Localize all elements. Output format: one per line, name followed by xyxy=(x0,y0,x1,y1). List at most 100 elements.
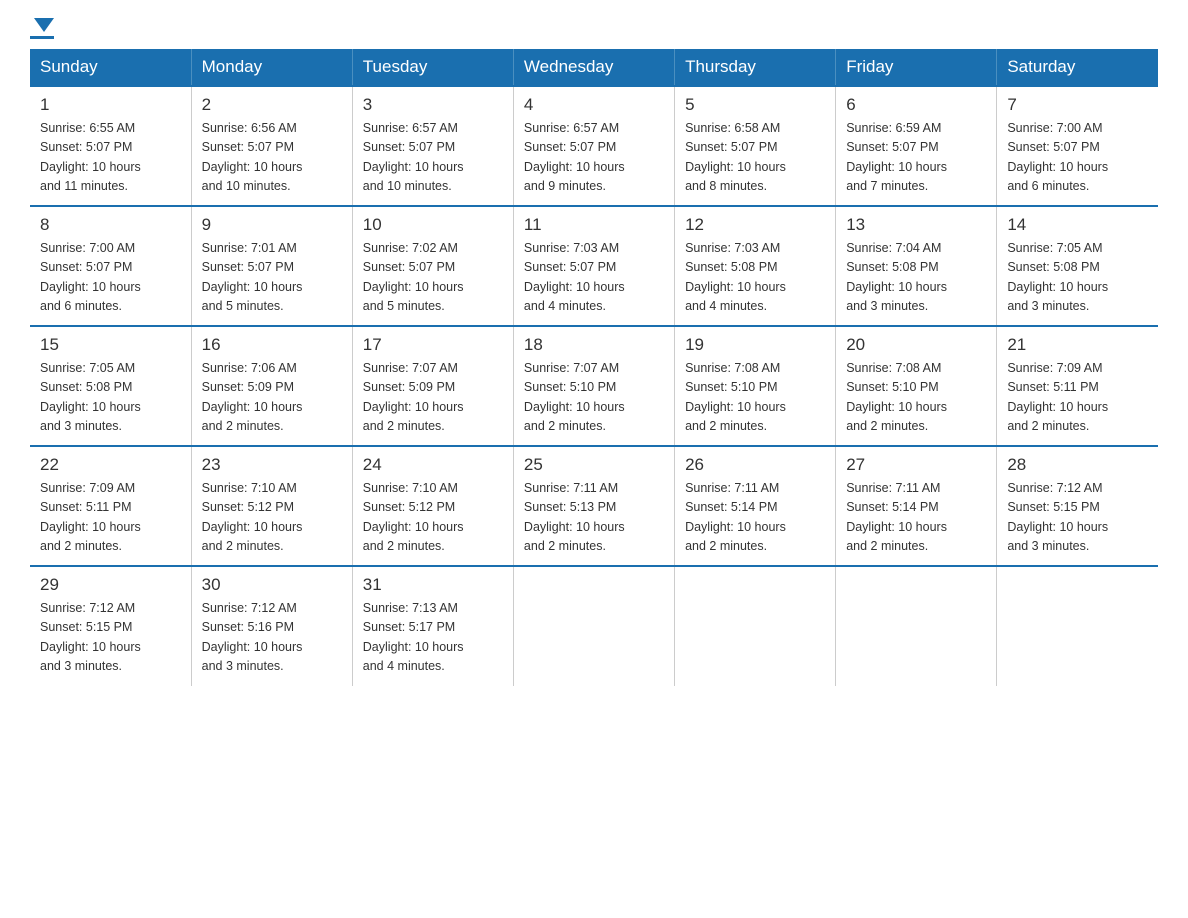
day-info: Sunrise: 7:03 AM Sunset: 5:07 PM Dayligh… xyxy=(524,239,664,317)
day-number: 11 xyxy=(524,215,664,235)
column-header-thursday: Thursday xyxy=(675,49,836,86)
calendar-week-2: 8 Sunrise: 7:00 AM Sunset: 5:07 PM Dayli… xyxy=(30,206,1158,326)
calendar-day-19: 19 Sunrise: 7:08 AM Sunset: 5:10 PM Dayl… xyxy=(675,326,836,446)
day-number: 14 xyxy=(1007,215,1148,235)
day-info: Sunrise: 7:11 AM Sunset: 5:14 PM Dayligh… xyxy=(846,479,986,557)
day-info: Sunrise: 7:10 AM Sunset: 5:12 PM Dayligh… xyxy=(363,479,503,557)
calendar-week-3: 15 Sunrise: 7:05 AM Sunset: 5:08 PM Dayl… xyxy=(30,326,1158,446)
calendar-day-4: 4 Sunrise: 6:57 AM Sunset: 5:07 PM Dayli… xyxy=(513,86,674,206)
day-info: Sunrise: 6:59 AM Sunset: 5:07 PM Dayligh… xyxy=(846,119,986,197)
day-number: 16 xyxy=(202,335,342,355)
calendar-day-13: 13 Sunrise: 7:04 AM Sunset: 5:08 PM Dayl… xyxy=(836,206,997,326)
logo-triangle-icon xyxy=(34,18,54,32)
day-number: 8 xyxy=(40,215,181,235)
calendar-day-15: 15 Sunrise: 7:05 AM Sunset: 5:08 PM Dayl… xyxy=(30,326,191,446)
day-number: 9 xyxy=(202,215,342,235)
day-info: Sunrise: 7:12 AM Sunset: 5:15 PM Dayligh… xyxy=(1007,479,1148,557)
day-number: 15 xyxy=(40,335,181,355)
day-number: 10 xyxy=(363,215,503,235)
column-header-monday: Monday xyxy=(191,49,352,86)
calendar-day-16: 16 Sunrise: 7:06 AM Sunset: 5:09 PM Dayl… xyxy=(191,326,352,446)
calendar-day-31: 31 Sunrise: 7:13 AM Sunset: 5:17 PM Dayl… xyxy=(352,566,513,686)
calendar-day-7: 7 Sunrise: 7:00 AM Sunset: 5:07 PM Dayli… xyxy=(997,86,1158,206)
calendar-day-21: 21 Sunrise: 7:09 AM Sunset: 5:11 PM Dayl… xyxy=(997,326,1158,446)
column-header-friday: Friday xyxy=(836,49,997,86)
calendar-day-25: 25 Sunrise: 7:11 AM Sunset: 5:13 PM Dayl… xyxy=(513,446,674,566)
calendar-day-20: 20 Sunrise: 7:08 AM Sunset: 5:10 PM Dayl… xyxy=(836,326,997,446)
column-header-wednesday: Wednesday xyxy=(513,49,674,86)
calendar-day-28: 28 Sunrise: 7:12 AM Sunset: 5:15 PM Dayl… xyxy=(997,446,1158,566)
day-number: 21 xyxy=(1007,335,1148,355)
day-info: Sunrise: 6:57 AM Sunset: 5:07 PM Dayligh… xyxy=(363,119,503,197)
day-number: 28 xyxy=(1007,455,1148,475)
day-info: Sunrise: 7:05 AM Sunset: 5:08 PM Dayligh… xyxy=(1007,239,1148,317)
empty-day-cell xyxy=(513,566,674,686)
day-info: Sunrise: 7:09 AM Sunset: 5:11 PM Dayligh… xyxy=(1007,359,1148,437)
calendar-day-5: 5 Sunrise: 6:58 AM Sunset: 5:07 PM Dayli… xyxy=(675,86,836,206)
day-info: Sunrise: 7:07 AM Sunset: 5:10 PM Dayligh… xyxy=(524,359,664,437)
column-header-tuesday: Tuesday xyxy=(352,49,513,86)
day-info: Sunrise: 7:12 AM Sunset: 5:16 PM Dayligh… xyxy=(202,599,342,677)
day-number: 27 xyxy=(846,455,986,475)
calendar-day-2: 2 Sunrise: 6:56 AM Sunset: 5:07 PM Dayli… xyxy=(191,86,352,206)
calendar-day-18: 18 Sunrise: 7:07 AM Sunset: 5:10 PM Dayl… xyxy=(513,326,674,446)
logo xyxy=(30,20,54,39)
day-number: 3 xyxy=(363,95,503,115)
day-info: Sunrise: 7:10 AM Sunset: 5:12 PM Dayligh… xyxy=(202,479,342,557)
day-number: 23 xyxy=(202,455,342,475)
day-info: Sunrise: 7:02 AM Sunset: 5:07 PM Dayligh… xyxy=(363,239,503,317)
calendar-day-11: 11 Sunrise: 7:03 AM Sunset: 5:07 PM Dayl… xyxy=(513,206,674,326)
day-info: Sunrise: 6:58 AM Sunset: 5:07 PM Dayligh… xyxy=(685,119,825,197)
calendar-day-10: 10 Sunrise: 7:02 AM Sunset: 5:07 PM Dayl… xyxy=(352,206,513,326)
calendar-week-5: 29 Sunrise: 7:12 AM Sunset: 5:15 PM Dayl… xyxy=(30,566,1158,686)
column-header-sunday: Sunday xyxy=(30,49,191,86)
day-number: 6 xyxy=(846,95,986,115)
day-number: 13 xyxy=(846,215,986,235)
calendar-week-4: 22 Sunrise: 7:09 AM Sunset: 5:11 PM Dayl… xyxy=(30,446,1158,566)
day-number: 7 xyxy=(1007,95,1148,115)
day-number: 1 xyxy=(40,95,181,115)
calendar-day-27: 27 Sunrise: 7:11 AM Sunset: 5:14 PM Dayl… xyxy=(836,446,997,566)
calendar-day-1: 1 Sunrise: 6:55 AM Sunset: 5:07 PM Dayli… xyxy=(30,86,191,206)
day-info: Sunrise: 7:11 AM Sunset: 5:14 PM Dayligh… xyxy=(685,479,825,557)
day-number: 2 xyxy=(202,95,342,115)
day-info: Sunrise: 7:09 AM Sunset: 5:11 PM Dayligh… xyxy=(40,479,181,557)
day-info: Sunrise: 7:07 AM Sunset: 5:09 PM Dayligh… xyxy=(363,359,503,437)
day-number: 25 xyxy=(524,455,664,475)
calendar-day-26: 26 Sunrise: 7:11 AM Sunset: 5:14 PM Dayl… xyxy=(675,446,836,566)
calendar-day-24: 24 Sunrise: 7:10 AM Sunset: 5:12 PM Dayl… xyxy=(352,446,513,566)
calendar-day-12: 12 Sunrise: 7:03 AM Sunset: 5:08 PM Dayl… xyxy=(675,206,836,326)
day-number: 29 xyxy=(40,575,181,595)
day-info: Sunrise: 7:00 AM Sunset: 5:07 PM Dayligh… xyxy=(40,239,181,317)
day-number: 26 xyxy=(685,455,825,475)
empty-day-cell xyxy=(675,566,836,686)
day-info: Sunrise: 6:55 AM Sunset: 5:07 PM Dayligh… xyxy=(40,119,181,197)
calendar-day-17: 17 Sunrise: 7:07 AM Sunset: 5:09 PM Dayl… xyxy=(352,326,513,446)
day-number: 5 xyxy=(685,95,825,115)
day-info: Sunrise: 6:57 AM Sunset: 5:07 PM Dayligh… xyxy=(524,119,664,197)
day-number: 4 xyxy=(524,95,664,115)
day-number: 24 xyxy=(363,455,503,475)
day-info: Sunrise: 7:00 AM Sunset: 5:07 PM Dayligh… xyxy=(1007,119,1148,197)
day-info: Sunrise: 7:08 AM Sunset: 5:10 PM Dayligh… xyxy=(846,359,986,437)
day-number: 17 xyxy=(363,335,503,355)
column-header-saturday: Saturday xyxy=(997,49,1158,86)
day-number: 31 xyxy=(363,575,503,595)
page-header xyxy=(30,20,1158,39)
calendar-day-22: 22 Sunrise: 7:09 AM Sunset: 5:11 PM Dayl… xyxy=(30,446,191,566)
calendar-day-8: 8 Sunrise: 7:00 AM Sunset: 5:07 PM Dayli… xyxy=(30,206,191,326)
day-number: 22 xyxy=(40,455,181,475)
day-info: Sunrise: 7:08 AM Sunset: 5:10 PM Dayligh… xyxy=(685,359,825,437)
calendar-day-30: 30 Sunrise: 7:12 AM Sunset: 5:16 PM Dayl… xyxy=(191,566,352,686)
day-info: Sunrise: 7:11 AM Sunset: 5:13 PM Dayligh… xyxy=(524,479,664,557)
day-number: 12 xyxy=(685,215,825,235)
day-info: Sunrise: 7:06 AM Sunset: 5:09 PM Dayligh… xyxy=(202,359,342,437)
day-info: Sunrise: 6:56 AM Sunset: 5:07 PM Dayligh… xyxy=(202,119,342,197)
empty-day-cell xyxy=(836,566,997,686)
calendar-week-1: 1 Sunrise: 6:55 AM Sunset: 5:07 PM Dayli… xyxy=(30,86,1158,206)
day-info: Sunrise: 7:13 AM Sunset: 5:17 PM Dayligh… xyxy=(363,599,503,677)
day-number: 30 xyxy=(202,575,342,595)
day-number: 18 xyxy=(524,335,664,355)
day-info: Sunrise: 7:12 AM Sunset: 5:15 PM Dayligh… xyxy=(40,599,181,677)
day-info: Sunrise: 7:01 AM Sunset: 5:07 PM Dayligh… xyxy=(202,239,342,317)
